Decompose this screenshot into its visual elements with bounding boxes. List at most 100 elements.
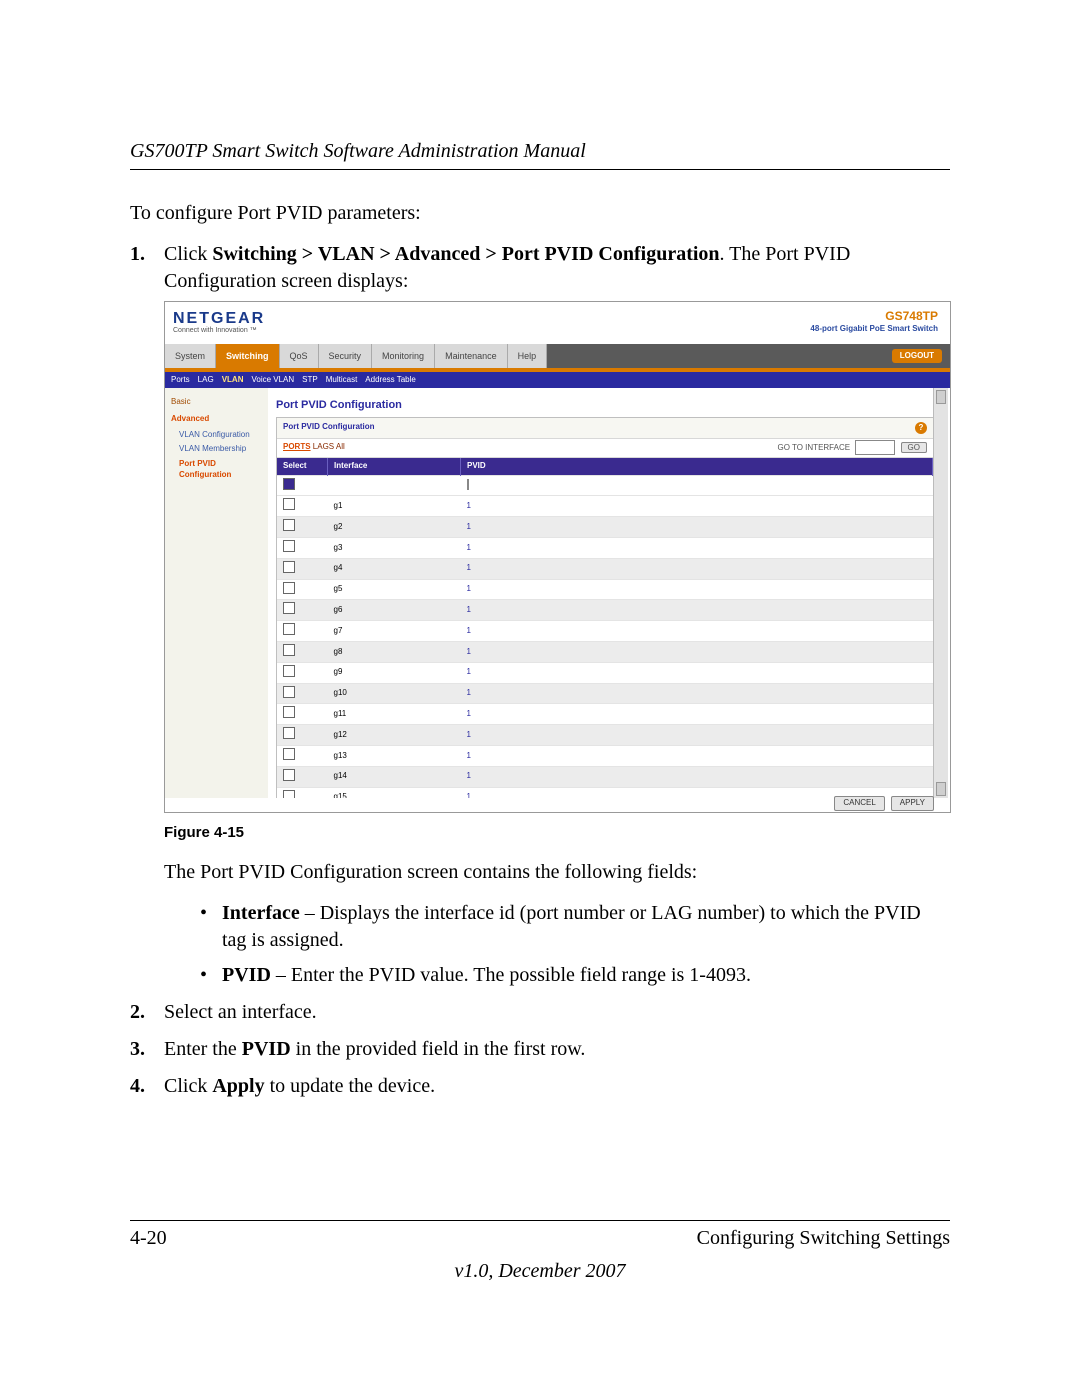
row-checkbox[interactable] [283,665,295,677]
side-vlan-membership[interactable]: VLAN Membership [169,442,264,457]
table-row: g121 [277,725,933,746]
panel-subtitle: Port PVID Configuration [283,422,375,433]
row-checkbox[interactable] [283,769,295,781]
step-4: 4. Click Apply to update the device. [130,1073,950,1100]
row-checkbox[interactable] [283,686,295,698]
row-interface: g12 [328,725,461,746]
table-row: g11 [277,496,933,517]
row-pvid: 1 [461,704,933,725]
table-row: g111 [277,704,933,725]
row-interface: g5 [328,579,461,600]
row-checkbox[interactable] [283,602,295,614]
row-checkbox[interactable] [283,790,295,798]
row-checkbox[interactable] [283,540,295,552]
step-3-num: 3. [130,1036,145,1063]
tab-maintenance[interactable]: Maintenance [435,344,508,368]
row-interface: g4 [328,558,461,579]
table-row: g71 [277,621,933,642]
intro-text: To configure Port PVID parameters: [130,200,950,227]
row-checkbox[interactable] [283,561,295,573]
help-icon[interactable]: ? [915,422,927,434]
step-3-text-c: in the provided field in the first row. [291,1038,586,1060]
row-checkbox[interactable] [283,706,295,718]
table-row: g91 [277,662,933,683]
row-interface: g15 [328,787,461,798]
row-pvid: 1 [461,579,933,600]
scrollbar[interactable] [933,388,948,798]
goto-label: GO TO INTERFACE [777,443,850,452]
sub-tab-bar: Ports LAG VLAN Voice VLAN STP Multicast … [165,372,950,388]
step-3-text-a: Enter the [164,1038,242,1060]
bullet-pvid-desc: – Enter the PVID value. The possible fie… [271,964,751,986]
side-port-pvid[interactable]: Port PVID Configuration [169,457,264,483]
subtab-voice-vlan[interactable]: Voice VLAN [251,375,294,386]
row-pvid: 1 [461,621,933,642]
row-checkbox[interactable] [283,623,295,635]
bullet-interface-term: Interface [222,902,300,924]
table-row: g131 [277,746,933,767]
step-3-pvid: PVID [242,1038,291,1060]
post-fig-text: The Port PVID Configuration screen conta… [164,859,950,886]
filter-all[interactable]: All [336,442,345,451]
row-pvid: 1 [461,746,933,767]
pvid-input[interactable] [467,479,469,490]
th-pvid: PVID [461,458,933,475]
version-line: v1.0, December 2007 [130,1260,950,1283]
subtab-ports[interactable]: Ports [171,375,190,386]
row-interface: g1 [328,496,461,517]
row-pvid: 1 [461,517,933,538]
section-title: Configuring Switching Settings [697,1227,950,1250]
row-pvid: 1 [461,538,933,559]
subtab-address-table[interactable]: Address Table [365,375,416,386]
side-advanced[interactable]: Advanced [169,411,264,428]
bullet-pvid: PVID – Enter the PVID value. The possibl… [200,962,950,989]
row-checkbox[interactable] [283,498,295,510]
side-nav: Basic Advanced VLAN Configuration VLAN M… [165,388,268,798]
model-number: GS748TP [810,308,938,324]
tab-help[interactable]: Help [508,344,548,368]
bullet-interface-desc: – Displays the interface id (port number… [222,902,921,951]
row-pvid: 1 [461,766,933,787]
row-checkbox[interactable] [283,727,295,739]
step-4-text-c: to update the device. [265,1075,436,1097]
tab-switching[interactable]: Switching [216,344,280,368]
step-1-num: 1. [130,241,145,268]
tab-qos[interactable]: QoS [280,344,319,368]
select-all-checkbox[interactable] [283,478,295,490]
row-pvid: 1 [461,725,933,746]
cancel-button[interactable]: CANCEL [834,796,884,811]
subtab-lag[interactable]: LAG [198,375,214,386]
table-row: g81 [277,642,933,663]
row-checkbox[interactable] [283,748,295,760]
row-checkbox[interactable] [283,519,295,531]
step-2-num: 2. [130,999,145,1026]
subtab-stp[interactable]: STP [302,375,318,386]
screenshot-port-pvid: NETGEAR Connect with Innovation ™ GS748T… [164,301,951,813]
step-2-text: Select an interface. [164,1001,317,1023]
table-row: g61 [277,600,933,621]
side-vlan-config[interactable]: VLAN Configuration [169,428,264,443]
row-pvid: 1 [461,662,933,683]
tab-system[interactable]: System [165,344,216,368]
row-pvid: 1 [461,600,933,621]
model-desc: 48-port Gigabit PoE Smart Switch [810,324,938,335]
row-checkbox[interactable] [283,582,295,594]
goto-input[interactable] [855,440,895,455]
row-checkbox[interactable] [283,644,295,656]
go-button[interactable]: GO [901,442,927,453]
row-interface: g6 [328,600,461,621]
row-interface: g7 [328,621,461,642]
side-basic[interactable]: Basic [169,394,264,411]
page-number: 4-20 [130,1227,167,1250]
th-interface: Interface [328,458,461,475]
filter-lags[interactable]: LAGS [313,442,334,451]
subtab-multicast[interactable]: Multicast [326,375,358,386]
apply-button[interactable]: APPLY [891,796,934,811]
logout-button[interactable]: LOGOUT [892,349,942,364]
row-interface: g14 [328,766,461,787]
tab-monitoring[interactable]: Monitoring [372,344,435,368]
tab-security[interactable]: Security [319,344,373,368]
filter-ports[interactable]: PORTS [283,442,311,451]
footer-rule [130,1220,950,1221]
subtab-vlan[interactable]: VLAN [222,375,244,386]
